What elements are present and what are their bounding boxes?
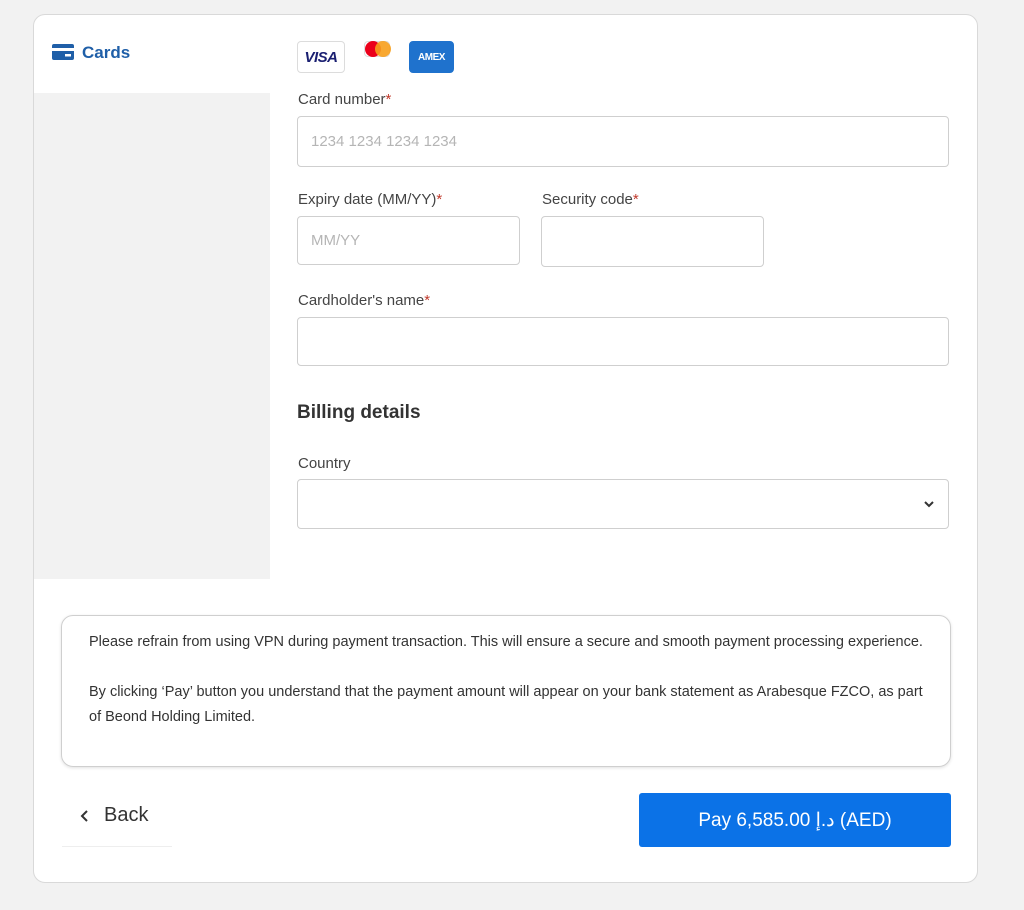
card-number-input[interactable] bbox=[297, 116, 949, 167]
country-label: Country bbox=[298, 455, 351, 472]
statement-notice: By clicking ‘Pay’ button you understand … bbox=[89, 684, 923, 725]
card-brands: VISA AMEX bbox=[297, 41, 454, 73]
pay-button[interactable]: Pay 6,585.00 د.إ (AED) bbox=[639, 793, 951, 847]
mastercard-logo bbox=[364, 41, 391, 57]
expiry-label: Expiry date (MM/YY)* bbox=[298, 191, 443, 208]
payment-notice: Please refrain from using VPN during pay… bbox=[61, 615, 951, 767]
vpn-notice: Please refrain from using VPN during pay… bbox=[89, 634, 923, 650]
security-code-label: Security code* bbox=[542, 191, 639, 208]
side-panel bbox=[34, 93, 270, 579]
security-code-input[interactable] bbox=[541, 216, 764, 267]
country-select[interactable] bbox=[297, 479, 949, 529]
chevron-down-icon bbox=[924, 501, 934, 508]
cardholder-input[interactable] bbox=[297, 317, 949, 366]
billing-details-title: Billing details bbox=[297, 402, 421, 423]
tab-cards-label: Cards bbox=[82, 43, 131, 62]
expiry-input[interactable] bbox=[297, 216, 520, 265]
back-button[interactable]: Back bbox=[62, 785, 172, 847]
visa-logo: VISA bbox=[297, 41, 345, 73]
card-number-label: Card number* bbox=[298, 91, 392, 108]
back-label: Back bbox=[104, 804, 149, 826]
amex-logo: AMEX bbox=[409, 41, 454, 73]
cardholder-label: Cardholder's name* bbox=[298, 292, 431, 309]
payment-card: Cards VISA AMEX Card number* Expiry date… bbox=[33, 14, 978, 883]
tab-cards[interactable]: Cards bbox=[34, 15, 270, 93]
chevron-left-icon bbox=[80, 809, 88, 822]
credit-card-icon bbox=[52, 44, 74, 60]
